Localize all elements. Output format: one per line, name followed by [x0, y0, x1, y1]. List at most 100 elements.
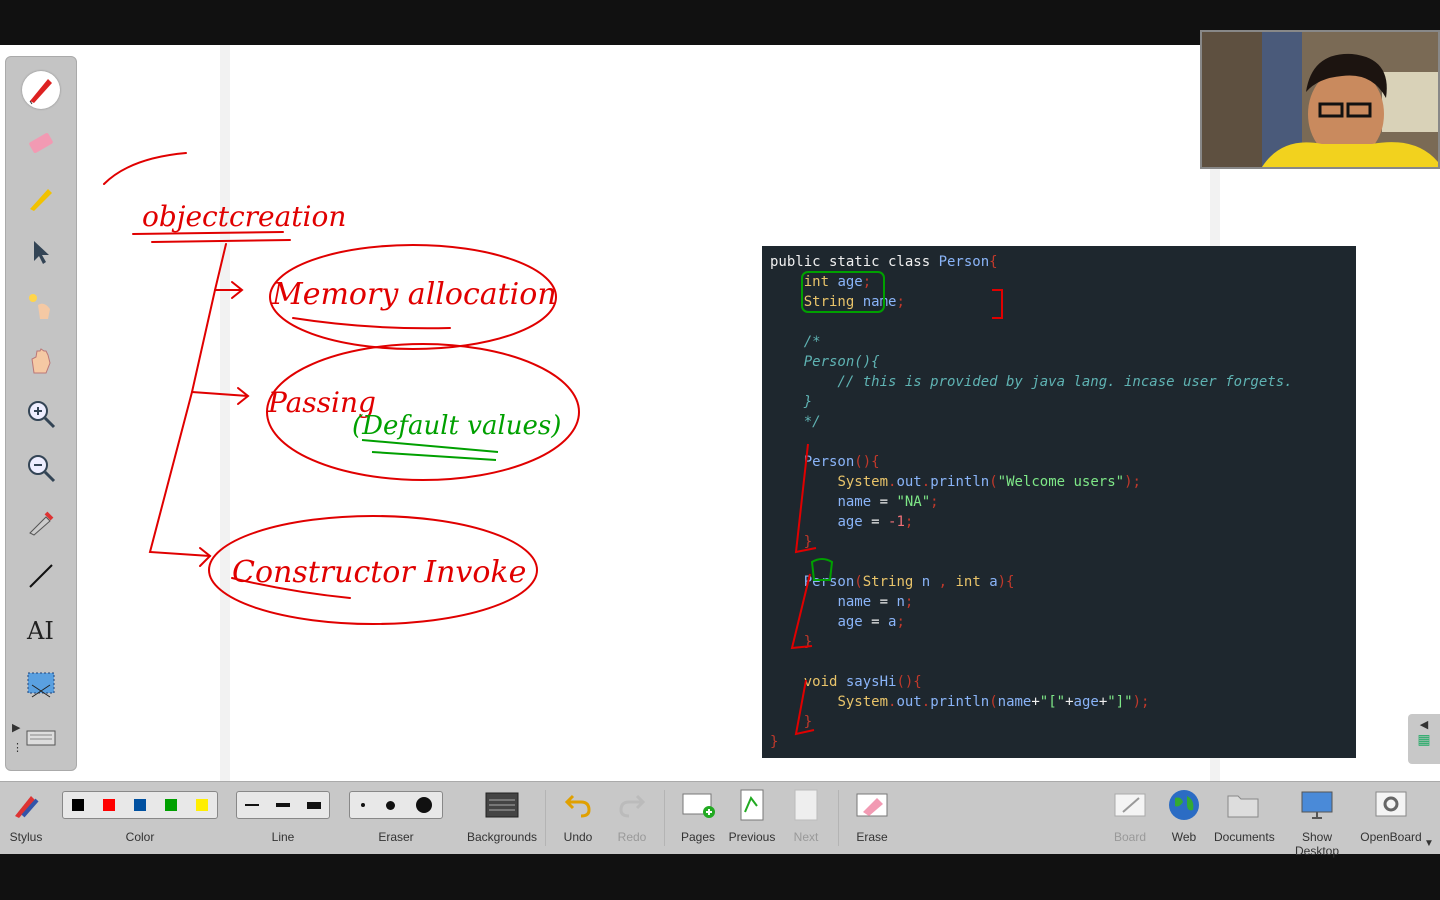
zoom-out-icon[interactable]: [22, 449, 60, 487]
color-swatch[interactable]: [103, 799, 116, 811]
color-label: Color: [125, 830, 155, 844]
text-icon[interactable]: AI: [22, 611, 60, 649]
next-button[interactable]: Next: [784, 786, 828, 850]
color-group: Color: [62, 786, 218, 850]
toolbar-separator: [838, 790, 839, 846]
pages-label: Pages: [680, 830, 716, 844]
ink-underline: [361, 439, 499, 453]
redo-button[interactable]: Redo: [610, 786, 654, 850]
eraser-large-button[interactable]: [415, 797, 432, 813]
code-line: }: [770, 734, 779, 750]
previous-page-icon: [740, 789, 764, 821]
openboard-label: OpenBoard: [1360, 830, 1422, 844]
show-desktop-button[interactable]: Show Desktop: [1280, 786, 1354, 858]
backgrounds-label: Backgrounds: [466, 830, 538, 844]
gear-icon: [1375, 791, 1407, 817]
line-medium-button[interactable]: [275, 803, 290, 807]
hand-icon[interactable]: [22, 341, 60, 379]
previous-button[interactable]: Previous: [728, 786, 776, 850]
collapse-left-icon: ◀: [1419, 719, 1429, 731]
collapse-arrow-icon[interactable]: ▶: [12, 721, 20, 734]
code-line: }: [803, 534, 813, 550]
color-swatch[interactable]: [133, 799, 146, 811]
keyboard-icon[interactable]: [22, 719, 60, 757]
ink-title: objectcreation: [142, 200, 346, 233]
ink-underline: [292, 317, 451, 330]
code-line: age = a;: [837, 614, 905, 630]
redo-label: Redo: [617, 830, 647, 844]
code-line: // this is provided by java lang. incase…: [770, 374, 1293, 390]
openboard-menu-button[interactable]: OpenBoard: [1360, 786, 1422, 850]
toolbar-separator: [664, 790, 665, 846]
code-line: void saysHi(){: [803, 674, 922, 690]
laser-icon[interactable]: [22, 287, 60, 325]
board-icon: [1114, 793, 1146, 817]
undo-button[interactable]: Undo: [556, 786, 600, 850]
web-button[interactable]: Web: [1162, 786, 1206, 850]
ink-item-default: (Default values): [352, 411, 561, 441]
line-icon[interactable]: [22, 557, 60, 595]
left-toolbar: AI ▶ ⋮: [5, 56, 77, 771]
eraser-small-button[interactable]: [360, 803, 365, 807]
pointer-icon[interactable]: [22, 233, 60, 271]
pages-button[interactable]: Pages: [676, 786, 720, 850]
code-line: /*: [770, 334, 821, 350]
documents-button[interactable]: Documents: [1214, 786, 1275, 850]
highlighter-icon[interactable]: [22, 179, 60, 217]
board-button[interactable]: Board: [1108, 786, 1152, 850]
pages-icon: [682, 793, 715, 818]
code-line: String name;: [803, 294, 905, 310]
color-swatch[interactable]: [164, 799, 177, 811]
web-label: Web: [1171, 830, 1197, 844]
ink-underline: [151, 239, 291, 243]
chevron-down-icon[interactable]: ▼: [1424, 838, 1434, 849]
ink-item-memory: Memory allocation: [271, 277, 557, 312]
capture-icon[interactable]: [22, 665, 60, 703]
line-thin-button[interactable]: [245, 804, 260, 806]
color-swatch[interactable]: [72, 799, 85, 811]
ink-arrow: [199, 547, 212, 567]
color-swatches: [62, 791, 218, 819]
code-line: age = -1;: [837, 514, 914, 530]
zoom-in-icon[interactable]: [22, 395, 60, 433]
redo-icon: [619, 794, 646, 818]
ink-underline: [371, 451, 497, 461]
erase-label: Erase: [856, 830, 888, 844]
line-label: Line: [271, 830, 295, 844]
line-thick-button[interactable]: [306, 801, 321, 809]
stylus-label: Stylus: [9, 830, 43, 844]
next-page-icon: [794, 789, 818, 821]
code-snippet-image[interactable]: public static class Person{ int age; Str…: [762, 246, 1356, 758]
color-picker-icon[interactable]: [22, 503, 60, 541]
globe-icon: [1169, 790, 1199, 820]
code-line: Person(){: [803, 454, 880, 470]
code-line: System.out.println("Welcome users");: [837, 474, 1141, 490]
board-label: Board: [1113, 830, 1147, 844]
library-dock-handle[interactable]: ◀ ▦: [1408, 714, 1440, 764]
folder-icon: [1227, 795, 1259, 818]
eraser-medium-button[interactable]: [385, 800, 395, 810]
pen-icon[interactable]: [22, 71, 60, 109]
backgrounds-button[interactable]: Backgrounds: [464, 786, 540, 850]
code-line: Person(String n , int a){: [803, 574, 1015, 590]
eraser-icon[interactable]: [22, 125, 60, 163]
erase-button[interactable]: Erase: [850, 786, 894, 850]
webcam-feed: [1200, 30, 1440, 169]
library-icon: ▦: [1417, 731, 1431, 747]
code-line: }: [770, 394, 813, 410]
ink-arrow: [214, 281, 244, 299]
stylus-icon: [15, 796, 39, 818]
ink-stroke: [103, 152, 187, 185]
color-swatch[interactable]: [195, 799, 208, 811]
previous-label: Previous: [728, 830, 776, 844]
undo-icon: [564, 794, 591, 818]
show-desktop-label: Show Desktop: [1294, 830, 1340, 858]
documents-label: Documents: [1214, 830, 1275, 844]
menu-dots-icon[interactable]: ⋮: [12, 741, 23, 754]
code-line: */: [770, 414, 821, 430]
stylus-button[interactable]: Stylus: [6, 786, 46, 850]
